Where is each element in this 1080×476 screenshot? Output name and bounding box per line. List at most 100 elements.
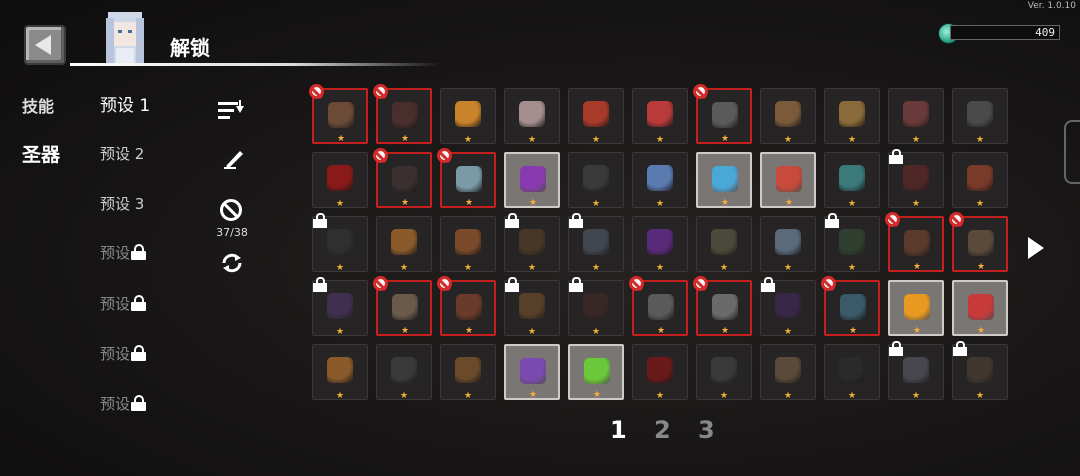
relic-slot[interactable]: ★ [952, 341, 1008, 401]
preset-locked[interactable]: 预设 [100, 293, 147, 314]
relic-slot[interactable]: ★ [888, 149, 944, 209]
relic-slot[interactable]: ★ [312, 152, 368, 209]
relic-icon [327, 357, 353, 383]
relic-icon [456, 166, 482, 192]
star-icon: ★ [401, 198, 410, 208]
banned-icon [629, 276, 644, 291]
star-icon: ★ [912, 135, 921, 145]
relic-slot[interactable]: ★ [760, 216, 816, 273]
relic-slot[interactable]: ★ [312, 277, 368, 337]
relic-slot[interactable]: ★ [949, 212, 1008, 272]
relic-slot[interactable]: ★ [760, 88, 816, 145]
banned-icon [949, 212, 964, 227]
relic-slot[interactable]: ★ [952, 280, 1008, 336]
relic-slot[interactable]: ★ [632, 152, 688, 209]
relic-slot[interactable]: ★ [952, 88, 1008, 145]
lock-icon [505, 213, 519, 228]
relic-icon [775, 101, 801, 127]
relic-slot[interactable]: ★ [696, 344, 752, 401]
relic-slot[interactable]: ★ [696, 216, 752, 273]
relic-icon [904, 230, 930, 256]
relic-slot[interactable]: ★ [824, 213, 880, 273]
relic-slot[interactable]: ★ [504, 213, 560, 273]
relic-slot[interactable]: ★ [568, 88, 624, 145]
relic-slot[interactable]: ★ [632, 88, 688, 145]
side-tab-handle[interactable] [1064, 120, 1080, 184]
relic-slot[interactable]: ★ [821, 276, 880, 336]
relic-slot[interactable]: ★ [440, 216, 496, 273]
relic-slot[interactable]: ★ [376, 344, 432, 401]
preset-2[interactable]: 预设 2 [100, 143, 144, 164]
lock-icon [761, 277, 775, 292]
relic-slot[interactable]: ★ [504, 344, 560, 400]
relic-slot[interactable]: ★ [693, 84, 752, 144]
preset-locked[interactable]: 预设 [100, 393, 147, 414]
tab-relics[interactable]: 圣器 [22, 140, 60, 167]
relic-slot[interactable]: ★ [696, 152, 752, 208]
relic-slot[interactable]: ★ [373, 276, 432, 336]
relic-slot[interactable]: ★ [568, 277, 624, 337]
relic-slot[interactable]: ★ [824, 152, 880, 209]
relic-slot[interactable]: ★ [440, 344, 496, 401]
relic-icon [327, 165, 353, 191]
star-icon: ★ [465, 326, 474, 336]
cycle-icon[interactable] [219, 251, 245, 275]
star-icon: ★ [464, 263, 473, 273]
preset-locked[interactable]: 预设 [100, 343, 147, 364]
relic-slot[interactable]: ★ [437, 148, 496, 208]
relic-slot[interactable]: ★ [312, 344, 368, 401]
star-icon: ★ [528, 135, 537, 145]
relic-slot[interactable]: ★ [632, 344, 688, 401]
page-2[interactable]: 2 [654, 416, 698, 444]
page-3[interactable]: 3 [698, 416, 742, 444]
star-icon: ★ [656, 391, 665, 401]
relic-slot[interactable]: ★ [888, 280, 944, 336]
relic-slot[interactable]: ★ [888, 88, 944, 145]
next-page-arrow-icon[interactable] [1028, 237, 1044, 259]
relic-slot[interactable]: ★ [437, 276, 496, 336]
star-icon: ★ [592, 263, 601, 273]
relic-icon [391, 357, 417, 383]
ban-mode-icon[interactable] [220, 199, 242, 221]
edit-icon[interactable] [222, 146, 246, 170]
relic-slot[interactable]: ★ [440, 88, 496, 145]
relic-slot[interactable]: ★ [952, 152, 1008, 209]
relic-slot[interactable]: ★ [504, 88, 560, 145]
relic-slot[interactable]: ★ [824, 88, 880, 145]
banned-icon [693, 84, 708, 99]
relic-slot[interactable]: ★ [504, 152, 560, 208]
preset-3[interactable]: 预设 3 [100, 193, 144, 214]
relic-slot[interactable]: ★ [376, 216, 432, 273]
star-icon: ★ [464, 391, 473, 401]
relic-slot[interactable]: ★ [885, 212, 944, 272]
relic-slot[interactable]: ★ [568, 213, 624, 273]
relic-slot[interactable]: ★ [373, 148, 432, 208]
relic-icon [647, 357, 673, 383]
back-button[interactable] [24, 25, 66, 65]
relic-slot[interactable]: ★ [760, 152, 816, 208]
relic-slot[interactable]: ★ [504, 277, 560, 337]
preset-1[interactable]: 预设 1 [100, 91, 150, 116]
relic-slot[interactable]: ★ [629, 276, 688, 336]
banned-icon [693, 276, 708, 291]
relic-slot[interactable]: ★ [760, 277, 816, 337]
relic-slot[interactable]: ★ [568, 152, 624, 209]
banned-icon [373, 84, 388, 99]
tab-skills[interactable]: 技能 [22, 93, 54, 117]
sort-icon[interactable] [218, 100, 246, 122]
star-icon: ★ [657, 326, 666, 336]
relic-slot[interactable]: ★ [760, 344, 816, 401]
relic-icon [839, 229, 865, 255]
relic-slot[interactable]: ★ [309, 84, 368, 144]
relic-slot[interactable]: ★ [373, 84, 432, 144]
relic-slot[interactable]: ★ [632, 216, 688, 273]
relic-slot[interactable]: ★ [312, 213, 368, 273]
relic-slot[interactable]: ★ [888, 341, 944, 401]
preset-locked[interactable]: 预设 [100, 242, 147, 263]
preset-label: 预设 [100, 395, 131, 413]
page-1[interactable]: 1 [610, 416, 654, 444]
relic-slot[interactable]: ★ [824, 344, 880, 401]
relic-slot[interactable]: ★ [693, 276, 752, 336]
relic-slot[interactable]: ★ [568, 344, 624, 400]
relic-icon [968, 294, 994, 320]
